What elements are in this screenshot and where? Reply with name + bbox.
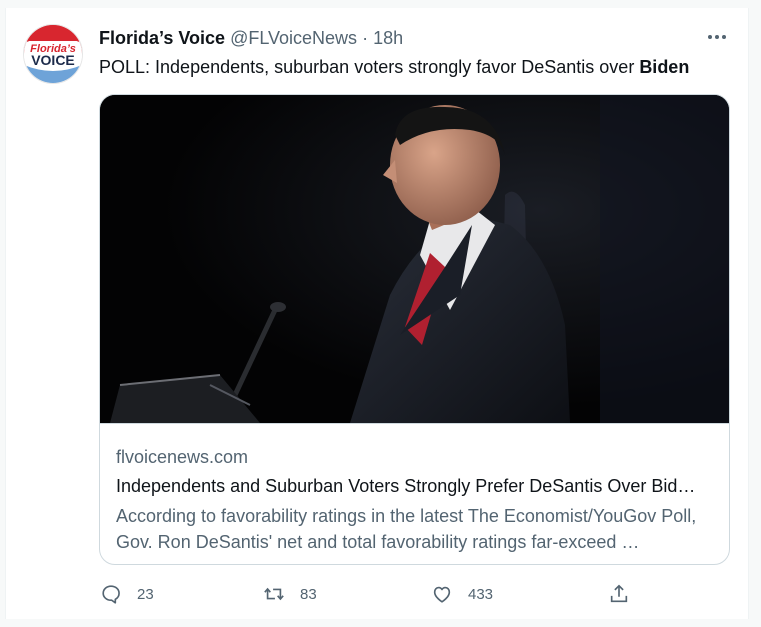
tweet-time[interactable]: 18h — [373, 28, 403, 48]
card-body: flvoicenews.com Independents and Suburba… — [116, 445, 713, 555]
share-button[interactable] — [607, 582, 631, 606]
logo-bottom-text: VOICE — [31, 52, 75, 68]
tweet-text: POLL: Independents, suburban voters stro… — [99, 55, 689, 79]
reply-icon — [99, 582, 123, 606]
share-icon — [607, 582, 631, 606]
link-card[interactable]: flvoicenews.com Independents and Suburba… — [99, 94, 730, 565]
tweet-header: Florida’s Voice @FLVoiceNews · 18h — [99, 27, 403, 49]
like-icon — [430, 582, 454, 606]
like-count: 433 — [468, 585, 494, 603]
avatar[interactable]: Florida’s VOICE — [23, 24, 83, 84]
meta-separator: · — [362, 28, 369, 48]
card-domain: flvoicenews.com — [116, 447, 249, 467]
tweet-actions: 23 83 433 — [99, 582, 639, 606]
retweet-count: 83 — [300, 585, 317, 603]
card-image[interactable] — [100, 95, 729, 424]
more-button[interactable] — [704, 26, 730, 48]
more-icon — [705, 25, 729, 49]
retweet-button[interactable]: 83 — [262, 582, 317, 606]
speaker-photo — [100, 95, 729, 423]
author-name[interactable]: Florida’s Voice — [99, 28, 225, 48]
like-button[interactable]: 433 — [430, 582, 493, 606]
card-title[interactable]: Independents and Suburban Voters Strongl… — [116, 474, 713, 499]
reply-count: 23 — [137, 585, 154, 603]
retweet-icon — [262, 582, 286, 606]
card-description: According to favorability ratings in the… — [116, 506, 697, 552]
florida-voice-logo: Florida’s VOICE — [24, 25, 82, 83]
tweet-text-main: POLL: Independents, suburban voters stro… — [99, 57, 640, 77]
reply-button[interactable]: 23 — [99, 582, 154, 606]
author-handle[interactable]: @FLVoiceNews — [230, 28, 357, 48]
tweet-text-bold: Biden — [639, 57, 690, 77]
tweet[interactable]: Florida’s VOICE Florida’s Voice @FLVoice… — [5, 8, 749, 619]
